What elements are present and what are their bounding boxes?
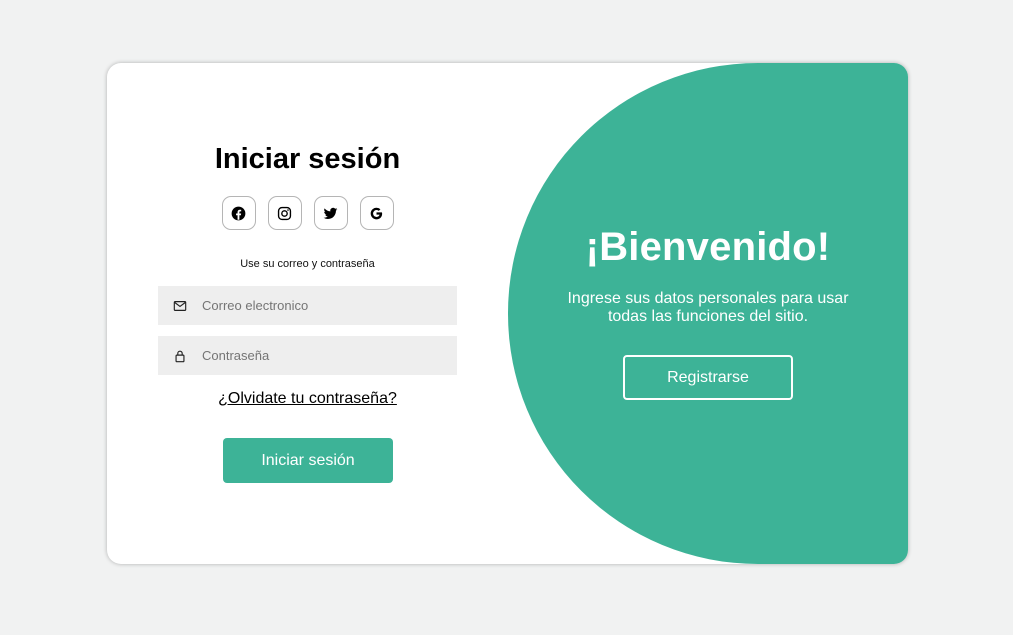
lock-icon [158, 349, 202, 363]
login-title: Iniciar sesión [214, 143, 401, 175]
google-icon [369, 206, 384, 221]
password-input[interactable] [202, 336, 457, 375]
welcome-panel: ¡Bienvenido! Ingrese sus datos personale… [508, 63, 908, 564]
facebook-button[interactable] [221, 196, 256, 230]
login-button[interactable]: Iniciar sesión [223, 438, 393, 483]
twitter-icon [323, 206, 338, 221]
register-button[interactable]: Registrarse [623, 355, 793, 400]
forgot-password-link[interactable]: ¿Olvidate tu contraseña? [158, 390, 457, 408]
welcome-text: Ingrese sus datos personales para usar t… [567, 290, 849, 325]
instagram-button[interactable] [267, 196, 302, 230]
email-input[interactable] [202, 286, 457, 325]
social-buttons [158, 196, 457, 230]
welcome-title: ¡Bienvenido! [585, 225, 831, 269]
google-button[interactable] [359, 196, 394, 230]
password-field[interactable] [158, 336, 457, 375]
email-field[interactable] [158, 286, 457, 325]
instagram-icon [277, 206, 292, 221]
facebook-icon [231, 206, 246, 221]
login-form: Iniciar sesión Use su correo y contraseñ… [158, 63, 457, 564]
mail-icon [158, 299, 202, 313]
credentials-hint: Use su correo y contraseña [240, 258, 375, 270]
twitter-button[interactable] [313, 196, 348, 230]
login-card: Iniciar sesión Use su correo y contraseñ… [107, 63, 908, 564]
